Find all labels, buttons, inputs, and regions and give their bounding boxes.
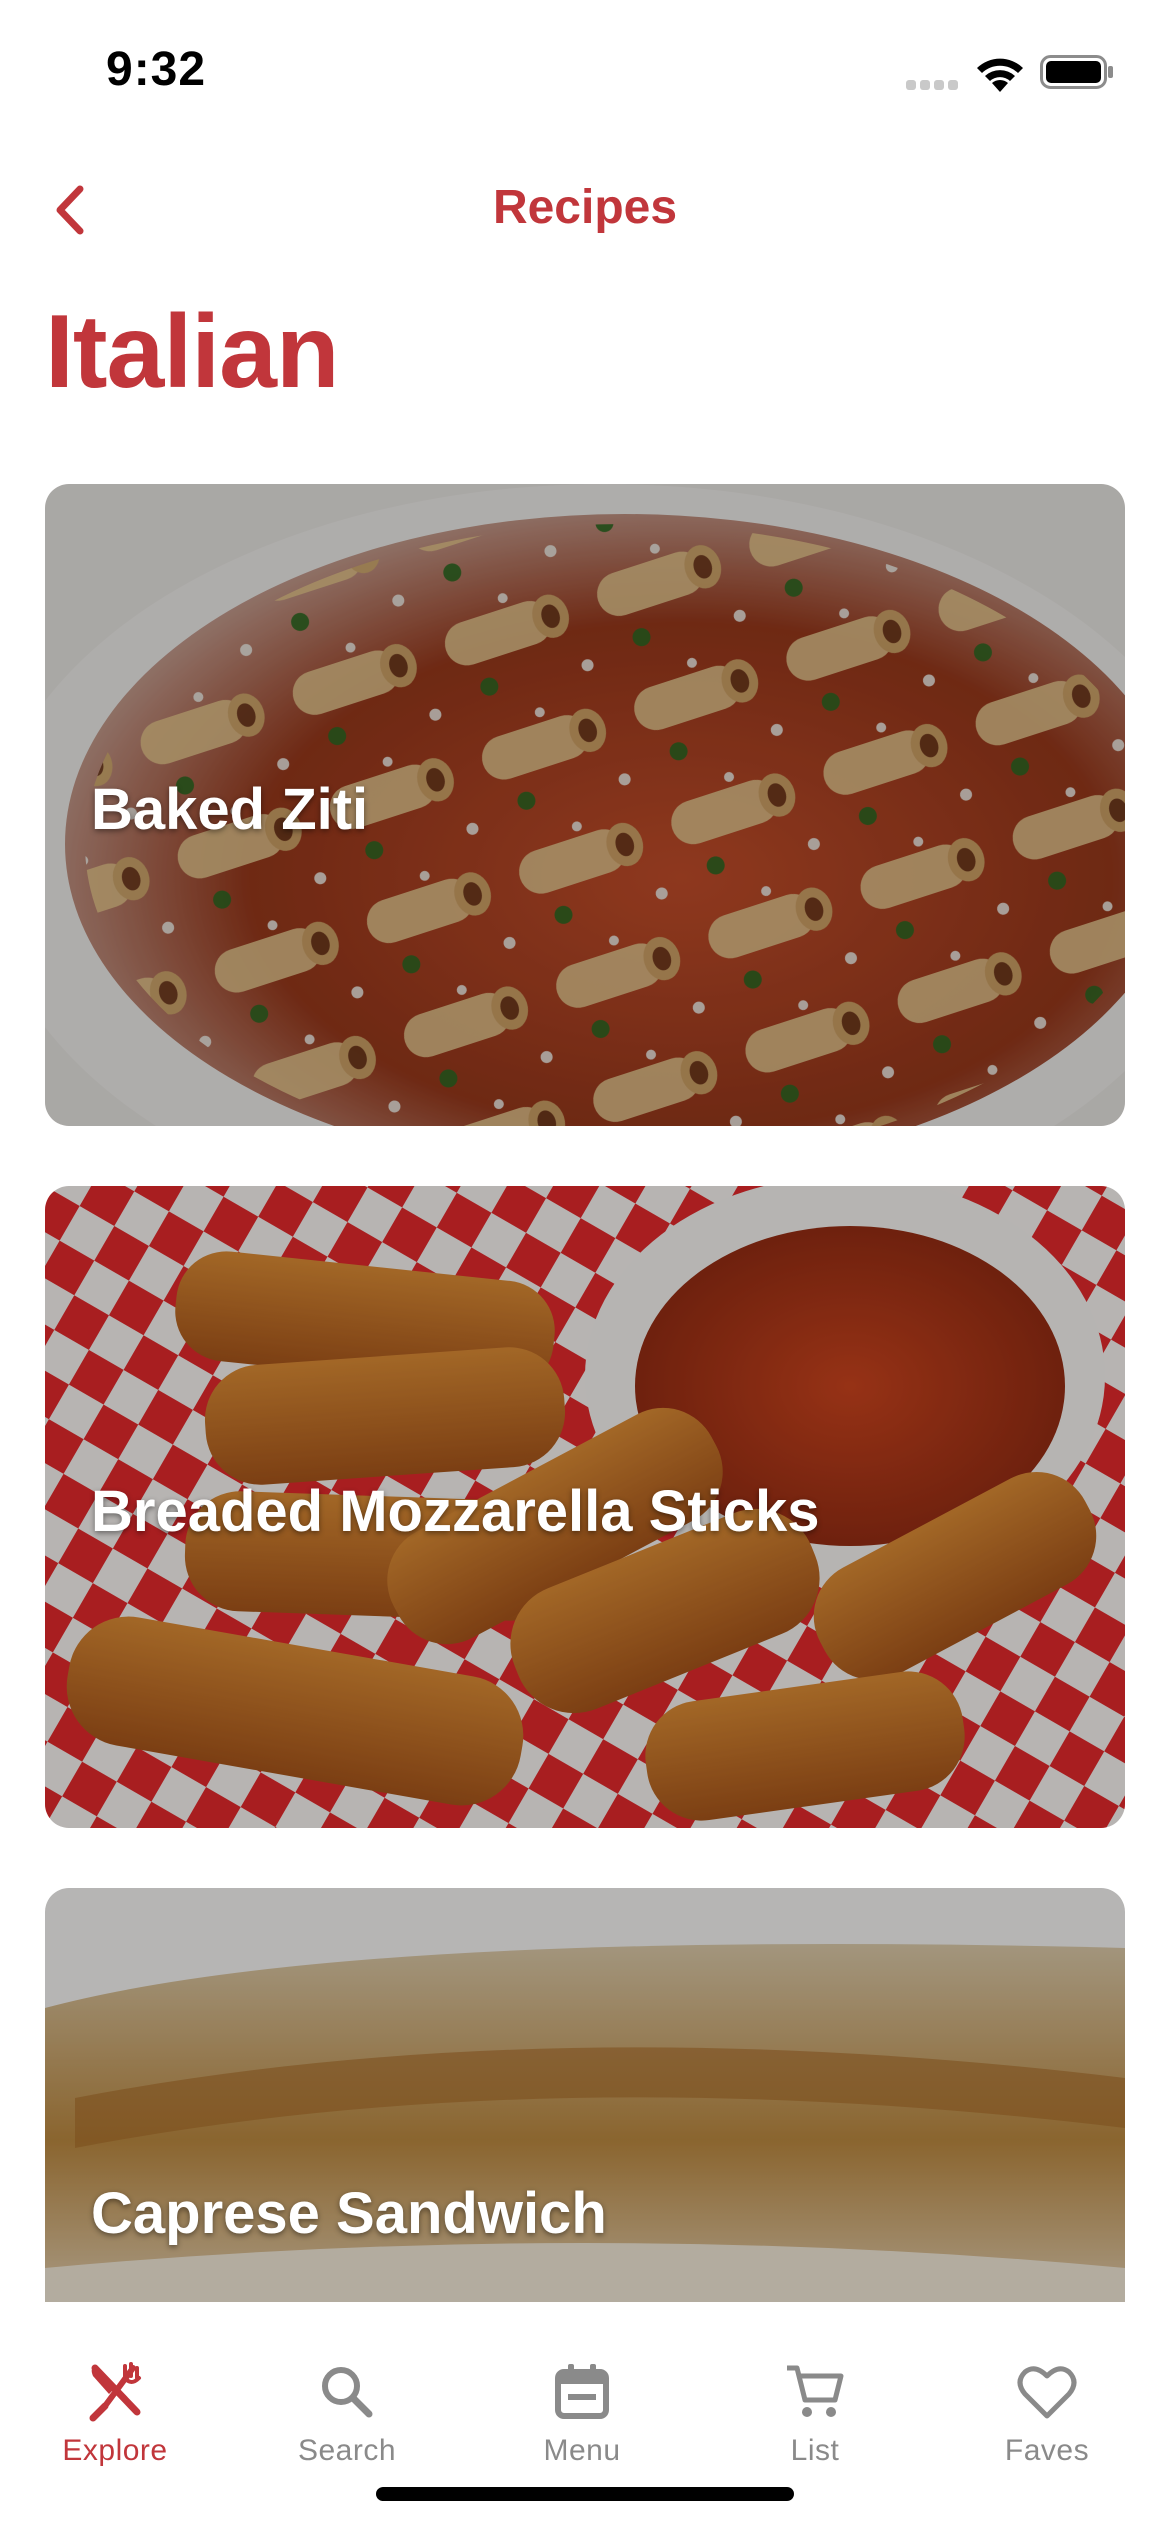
tab-label: Menu (543, 2434, 621, 2467)
tab-label: Faves (1004, 2434, 1090, 2467)
recipe-card[interactable]: Breaded Mozzarella Sticks (45, 1186, 1125, 1828)
tab-search[interactable]: Search (247, 2362, 447, 2492)
tab-explore[interactable]: Explore (15, 2362, 215, 2492)
recipe-card[interactable]: Caprese Sandwich (45, 1888, 1125, 2302)
home-indicator (376, 2487, 794, 2501)
heart-icon (1017, 2366, 1077, 2419)
recipe-title: Caprese Sandwich (91, 2181, 607, 2246)
nav-title: Recipes (492, 181, 678, 234)
tab-label: Explore (62, 2434, 168, 2467)
tab-label: List (790, 2434, 840, 2467)
calendar-icon (555, 2364, 609, 2419)
fork-knife-icon (89, 2362, 141, 2422)
cart-icon (787, 2365, 844, 2417)
recipe-list: Baked Ziti Breaded Mozzarella Sticks Cap… (45, 484, 1125, 2302)
battery-icon (1040, 55, 1113, 89)
search-icon (322, 2367, 373, 2418)
tab-list[interactable]: List (715, 2362, 915, 2492)
wifi-icon (977, 58, 1023, 92)
cellular-signal-icon (906, 80, 960, 94)
status-bar: 9:32 (0, 0, 1170, 150)
status-time: 9:32 (106, 43, 207, 96)
tab-faves[interactable]: Faves (947, 2362, 1147, 2492)
recipe-title: Baked Ziti (91, 777, 369, 842)
tab-menu[interactable]: Menu (482, 2362, 682, 2492)
recipe-title: Breaded Mozzarella Sticks (91, 1479, 820, 1544)
recipe-card[interactable]: Baked Ziti (45, 484, 1125, 1126)
tab-label: Search (297, 2434, 397, 2467)
navigation-bar: Recipes (0, 150, 1170, 270)
page-title: Italian (45, 294, 340, 410)
